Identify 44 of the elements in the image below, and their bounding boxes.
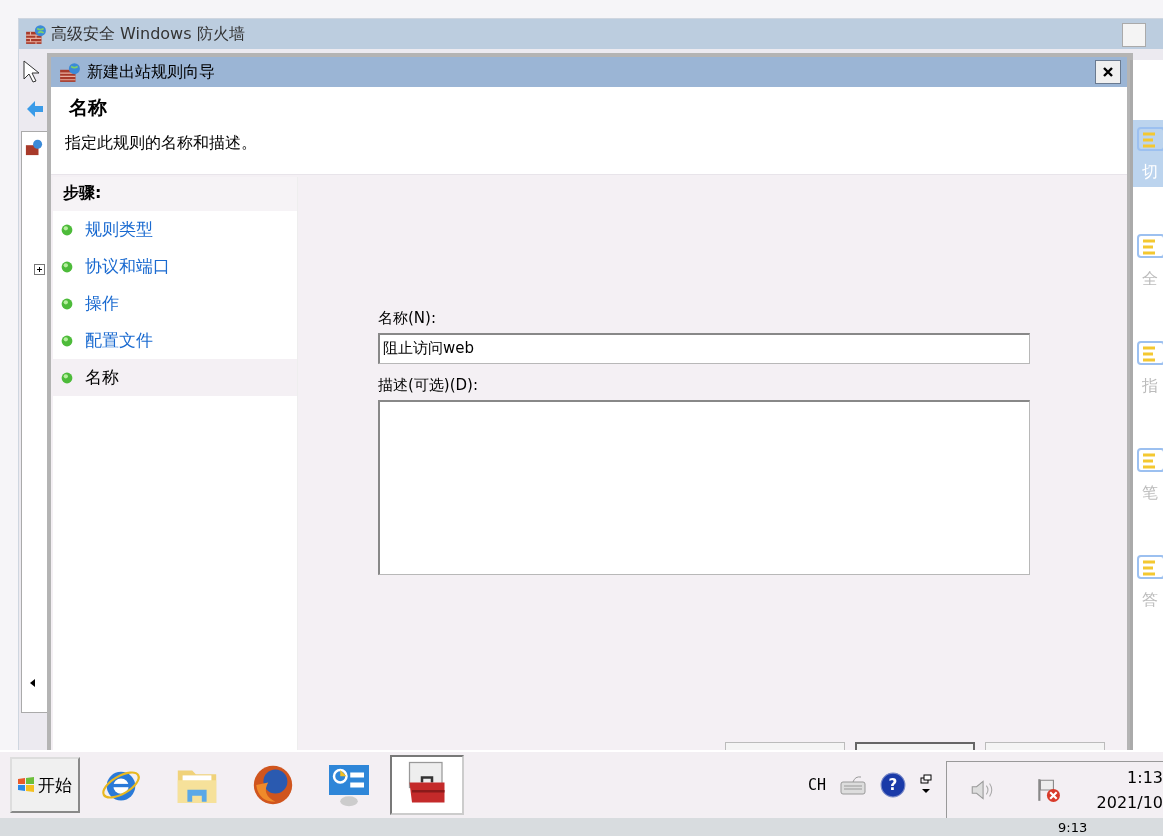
step-item[interactable]: 操作	[53, 285, 297, 322]
wizard-button[interactable]	[855, 742, 975, 750]
scroll-left-icon[interactable]	[28, 678, 38, 688]
page-heading: 名称	[68, 95, 108, 120]
host-clock: 9:13	[1058, 820, 1088, 835]
description-field[interactable]	[378, 400, 1030, 575]
firewall-icon	[59, 61, 81, 83]
step-dot-icon	[61, 223, 73, 236]
restore-icon[interactable]	[920, 774, 932, 796]
step-dot-icon	[61, 334, 73, 347]
tool-icon	[1134, 231, 1163, 261]
name-field[interactable]: 阻止访问web	[378, 333, 1030, 364]
windows-logo-icon	[16, 775, 36, 795]
step-item[interactable]: 名称	[53, 359, 297, 396]
tool-icon	[1134, 552, 1163, 582]
expand-icon[interactable]	[34, 264, 45, 275]
dialog-title: 新建出站规则向导	[87, 61, 215, 83]
start-button[interactable]: 开始	[10, 757, 80, 813]
window-title: 高级安全 Windows 防火墙	[51, 23, 245, 45]
clock-date: 2021/10	[1096, 792, 1163, 812]
close-icon	[1102, 66, 1114, 78]
step-dot-icon	[61, 371, 73, 384]
step-dot-icon	[61, 260, 73, 273]
description-label: 描述(可选)(D):	[378, 376, 479, 395]
clock-time: 1:13	[1127, 767, 1163, 787]
step-item[interactable]: 规则类型	[53, 211, 297, 248]
step-dot-icon	[61, 297, 73, 310]
language-indicator[interactable]: CH	[807, 776, 826, 794]
step-item[interactable]: 配置文件	[53, 322, 297, 359]
pointer-icon[interactable]	[22, 59, 42, 83]
tool-icon	[1134, 445, 1163, 475]
toolbox-taskbar-button[interactable]	[390, 755, 464, 815]
firewall-icon	[25, 23, 47, 45]
tool-icon	[1134, 124, 1163, 154]
name-label: 名称(N):	[378, 309, 437, 328]
back-arrow-icon[interactable]	[25, 99, 45, 119]
step-item[interactable]: 协议和端口	[53, 248, 297, 285]
page-description: 指定此规则的名称和描述。	[65, 133, 258, 154]
firewall-icon	[25, 138, 43, 156]
help-icon[interactable]: ?	[880, 772, 906, 798]
steps-title: 步骤:	[53, 177, 297, 211]
tool-icon	[1134, 338, 1163, 368]
close-button[interactable]	[1095, 60, 1121, 84]
flag-error-icon[interactable]	[1035, 776, 1061, 803]
